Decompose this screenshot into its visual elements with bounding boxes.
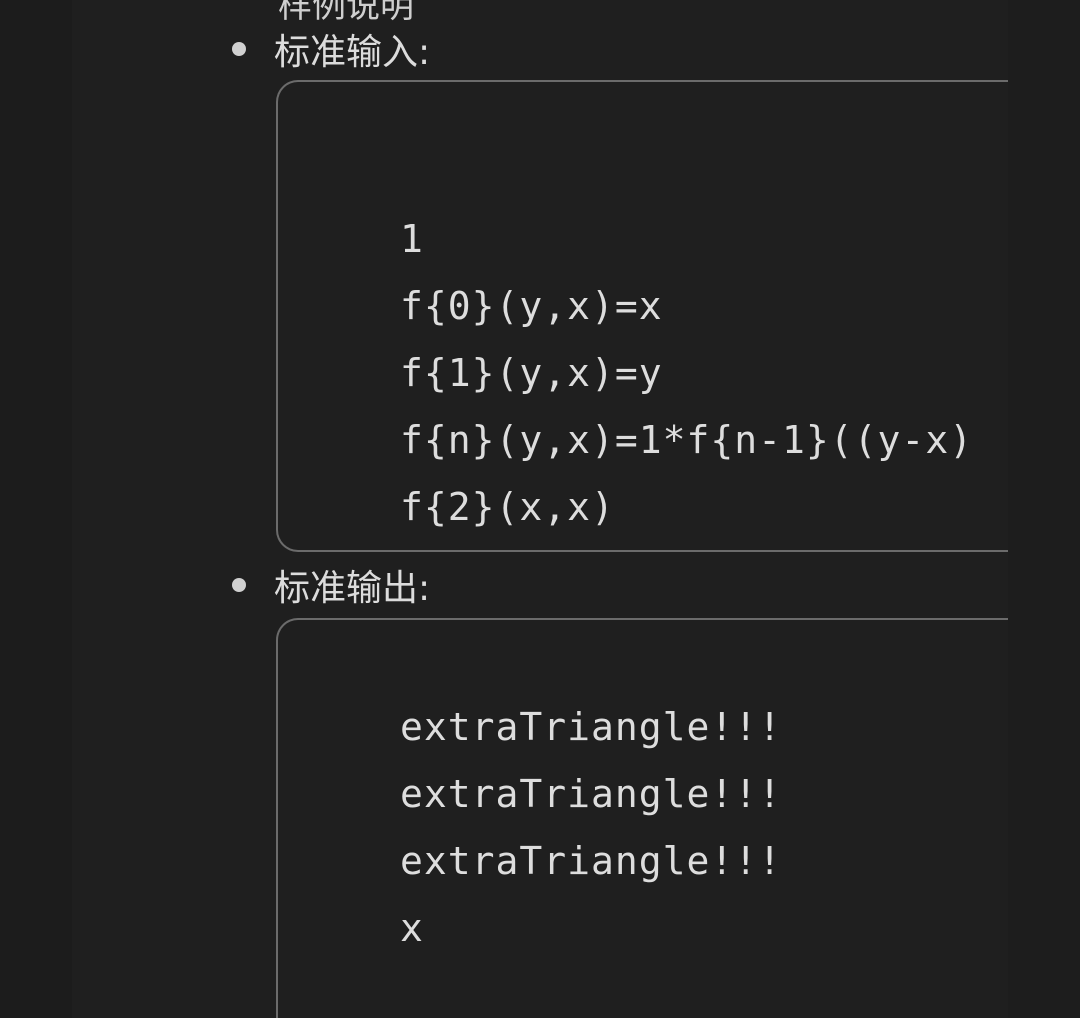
left-margin-panel — [0, 0, 72, 1018]
bullet-dot-icon — [232, 42, 246, 56]
bullet-item-standard-input: 标准输入: — [232, 24, 430, 74]
code-line: x — [400, 906, 424, 950]
section-label-output: 标准输出: — [274, 568, 431, 609]
code-line: 1 — [400, 217, 424, 261]
code-line: extraTriangle!!! — [400, 705, 783, 749]
code-block-output[interactable]: extraTriangle!!! extraTriangle!!! extraT… — [276, 618, 1008, 1018]
code-lines-input: 1 f{0}(y,x)=x f{1}(y,x)=y f{n}(y,x)=1*f{… — [400, 206, 973, 541]
code-lines-output: extraTriangle!!! extraTriangle!!! extraT… — [400, 694, 782, 962]
bullet-item-standard-output: 标准输出: — [232, 560, 430, 610]
bullet-dot-icon — [232, 578, 246, 592]
code-block-input[interactable]: 1 f{0}(y,x)=x f{1}(y,x)=y f{n}(y,x)=1*f{… — [276, 80, 1008, 552]
right-margin-panel — [1008, 0, 1080, 1018]
code-line: f{2}(x,x) — [400, 485, 615, 529]
document-content: 样例说明 标准输入: 1 f{0}(y,x)=x f{1}(y,x)=y f{n… — [72, 0, 1008, 1018]
code-line: f{1}(y,x)=y — [400, 351, 663, 395]
code-line: f{n}(y,x)=1*f{n-1}((y-x) — [400, 418, 974, 462]
section-label-input: 标准输入: — [274, 32, 431, 73]
code-line: extraTriangle!!! — [400, 772, 783, 816]
code-line: extraTriangle!!! — [400, 839, 783, 883]
code-line: f{0}(y,x)=x — [400, 284, 663, 328]
